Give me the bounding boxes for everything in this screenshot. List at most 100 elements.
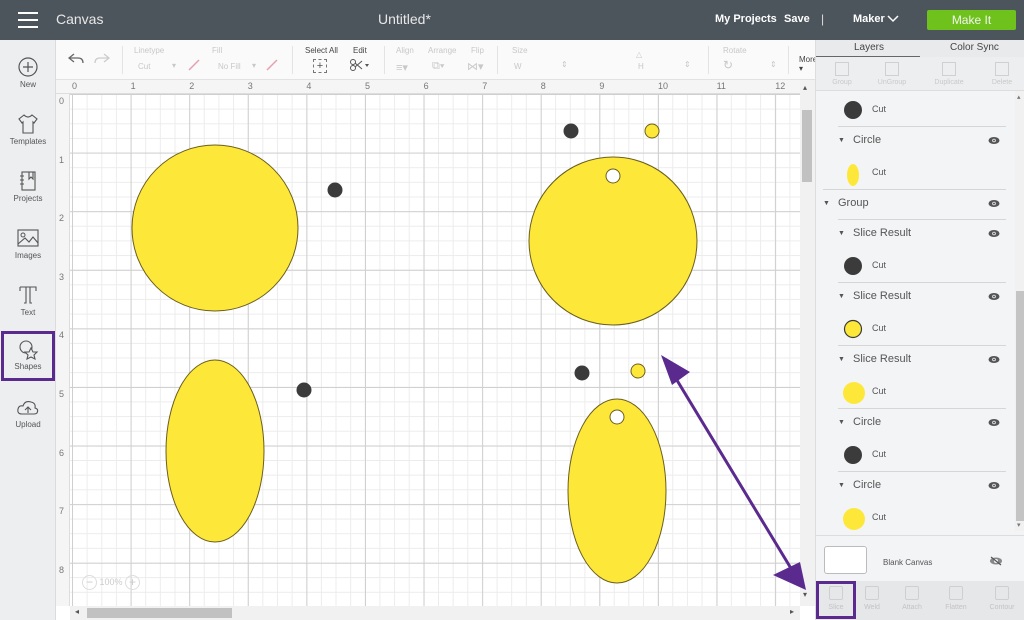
arrange-icon[interactable]: ⧉▾ (432, 60, 444, 73)
dark-circle-swatch[interactable] (843, 256, 863, 281)
height-stepper[interactable]: ⇕ (684, 60, 691, 69)
tab-color-sync[interactable]: Color Sync (950, 42, 999, 53)
scroll-down-arrow[interactable]: ▾ (1017, 521, 1021, 529)
yellow-circle-swatch[interactable] (843, 508, 867, 531)
undo-icon[interactable] (68, 53, 84, 65)
collapse-caret-icon[interactable]: ▼ (838, 482, 845, 489)
vertical-scrollbar[interactable]: ▴ ▾ (800, 80, 815, 606)
ungroup-button[interactable]: UnGroup (866, 60, 918, 86)
sidebar-item-text[interactable]: Text (0, 278, 56, 328)
zoom-out-button[interactable]: − (82, 575, 97, 590)
collapse-caret-icon[interactable]: ▼ (838, 419, 845, 426)
redo-icon[interactable] (94, 53, 110, 65)
sidebar-item-new[interactable]: New (0, 50, 56, 100)
linetype-select[interactable]: Cut (138, 62, 150, 71)
eye-visible-icon[interactable] (988, 481, 1000, 489)
layer-group-row[interactable]: ▼ Slice Result (816, 219, 1014, 249)
layers-scrollbar[interactable]: ▴ ▾ (1015, 91, 1024, 531)
yellow-circle-swatch[interactable] (843, 382, 867, 411)
collapse-caret-icon[interactable]: ▼ (838, 137, 845, 144)
sidebar-item-projects[interactable]: Projects (0, 164, 56, 214)
flatten-icon (949, 586, 963, 600)
collapse-caret-icon[interactable]: ▼ (838, 230, 845, 237)
lock-ratio-icon[interactable]: △ (636, 50, 642, 59)
zoom-in-button[interactable]: + (125, 575, 141, 590)
collapse-caret-icon[interactable]: ▼ (823, 200, 830, 207)
layer-group-row[interactable]: ▼ Slice Result (816, 282, 1014, 312)
scroll-up-arrow[interactable]: ▴ (1017, 93, 1021, 101)
layer-group-row[interactable]: ▼ Circle (816, 471, 1014, 501)
ruler-tick-label: 0 (59, 96, 65, 106)
blank-canvas-swatch[interactable] (824, 546, 867, 574)
weld-button[interactable]: Weld (852, 585, 892, 611)
attach-button[interactable]: Attach (892, 585, 932, 611)
machine-select[interactable]: Maker (853, 13, 885, 25)
layer-group-row[interactable]: ▼ Slice Result (816, 345, 1014, 375)
eye-visible-icon[interactable] (988, 229, 1000, 237)
eye-visible-icon[interactable] (988, 355, 1000, 363)
scroll-left-arrow[interactable]: ◂ (75, 607, 79, 616)
delete-button[interactable]: Delete (976, 60, 1024, 86)
tab-layers[interactable]: Layers (854, 42, 884, 53)
layers-scroll-thumb[interactable] (1016, 291, 1024, 521)
make-it-button[interactable]: Make It (927, 10, 1016, 30)
ungroup-label: UnGroup (877, 79, 907, 86)
align-icon[interactable]: ≡▾ (396, 61, 408, 74)
sidebar-item-shapes[interactable]: Shapes (1, 331, 55, 381)
horizontal-scrollbar[interactable]: ◂ ▸ (70, 606, 800, 620)
slice-button[interactable]: Slice (816, 581, 856, 619)
linetype-color-swatch[interactable] (187, 58, 201, 72)
chevron-down-icon[interactable] (887, 12, 899, 26)
layer-group-row[interactable]: ▼ Circle (816, 126, 1014, 156)
hamburger-menu-icon[interactable] (18, 12, 38, 28)
eye-visible-icon[interactable] (988, 418, 1000, 426)
layer-name: Circle (853, 416, 882, 428)
layer-item-row[interactable]: Cut (816, 501, 1014, 531)
canvas-grid[interactable] (70, 94, 800, 606)
eye-visible-icon[interactable] (988, 136, 1000, 144)
width-stepper[interactable]: ⇕ (561, 60, 568, 69)
layer-group-row[interactable]: ▼ Group (816, 189, 1014, 219)
dark-circle-swatch[interactable] (843, 100, 863, 125)
vertical-scroll-thumb[interactable] (802, 110, 812, 182)
sidebar-item-templates[interactable]: Templates (0, 107, 56, 157)
group-button[interactable]: Group (816, 60, 868, 86)
contour-button[interactable]: Contour (982, 585, 1022, 611)
layer-item-row[interactable]: Cut (816, 312, 1014, 344)
select-all-button[interactable]: + (313, 59, 327, 73)
layer-item-row[interactable]: Cut (816, 438, 1014, 470)
collapse-caret-icon[interactable]: ▼ (838, 356, 845, 363)
rotate-icon[interactable]: ↻ (723, 58, 733, 72)
flatten-button[interactable]: Flatten (936, 585, 976, 611)
layer-divider (838, 219, 1006, 220)
rotate-stepper[interactable]: ⇕ (770, 60, 777, 69)
duplicate-button[interactable]: Duplicate (923, 60, 975, 86)
fill-color-swatch[interactable] (265, 58, 279, 72)
edit-scissors-icon[interactable] (349, 58, 371, 72)
my-projects-link[interactable]: My Projects (715, 13, 777, 25)
eye-hidden-icon[interactable] (989, 556, 1003, 566)
layer-item-row[interactable]: Cut (816, 156, 1014, 188)
layer-item-row[interactable]: Cut (816, 375, 1014, 407)
save-button[interactable]: Save (784, 13, 810, 25)
scroll-up-arrow[interactable]: ▴ (803, 83, 807, 92)
layer-item-row[interactable]: Cut (816, 93, 1014, 125)
sidebar-item-images[interactable]: Images (0, 221, 56, 271)
flip-icon[interactable]: ⋈▾ (467, 60, 484, 73)
document-title[interactable]: Untitled* (378, 11, 431, 27)
select-all-label: Select All (305, 46, 338, 55)
fill-select[interactable]: No Fill (218, 62, 241, 71)
divider (384, 46, 385, 74)
blank-canvas-row[interactable]: Blank Canvas (816, 535, 1024, 580)
eye-visible-icon[interactable] (988, 199, 1000, 207)
scroll-right-arrow[interactable]: ▸ (790, 607, 794, 616)
yellow-ring-swatch[interactable] (843, 319, 863, 344)
horizontal-scroll-thumb[interactable] (87, 608, 232, 618)
layer-group-row[interactable]: ▼ Circle (816, 408, 1014, 438)
dark-circle-swatch[interactable] (843, 445, 863, 470)
collapse-caret-icon[interactable]: ▼ (838, 293, 845, 300)
scroll-down-arrow[interactable]: ▾ (803, 590, 807, 599)
eye-visible-icon[interactable] (988, 292, 1000, 300)
sidebar-item-upload[interactable]: Upload (0, 392, 56, 442)
layer-item-row[interactable]: Cut (816, 249, 1014, 281)
